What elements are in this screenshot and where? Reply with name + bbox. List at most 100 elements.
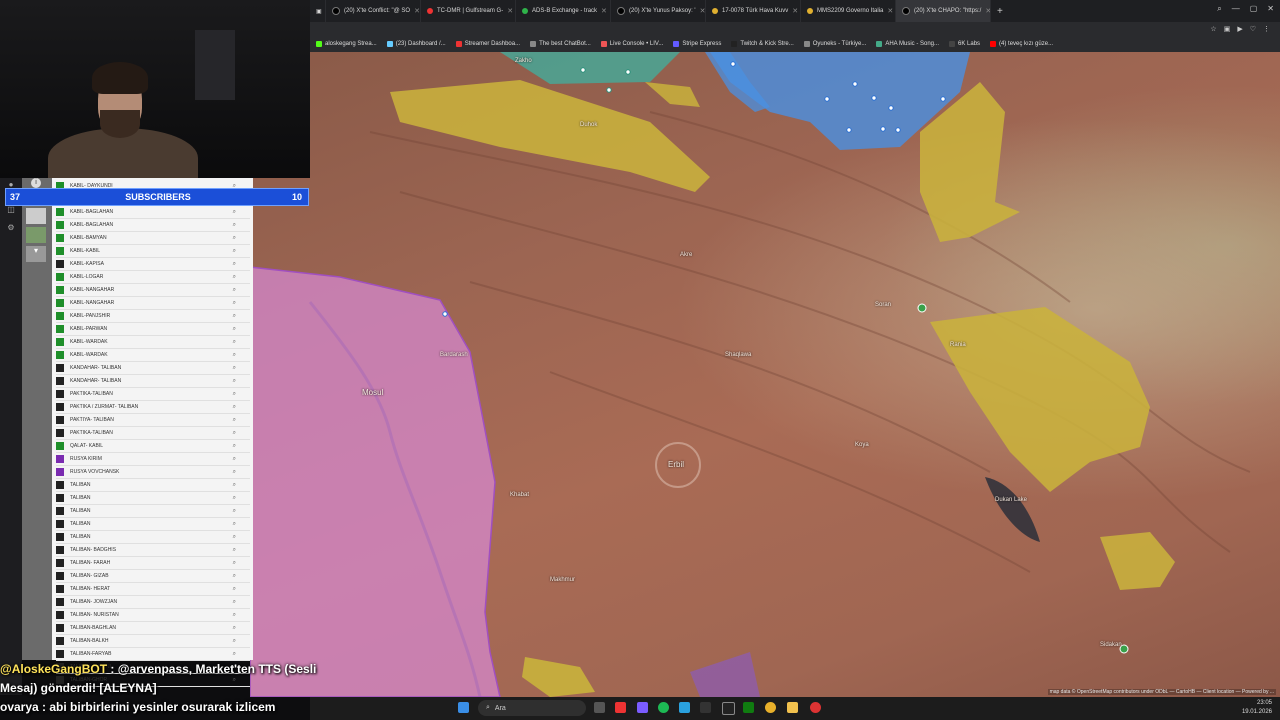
list-item[interactable]: KABIL-BAGLAHAN ⌕ [56, 219, 250, 232]
taskbar-search[interactable]: ⌕ Ara [478, 700, 586, 716]
play-icon[interactable]: ▶ [1237, 25, 1242, 33]
locate-icon[interactable]: ⌕ [233, 404, 250, 411]
address-bar[interactable] [310, 22, 1280, 36]
locate-icon[interactable]: ⌕ [233, 287, 250, 294]
list-item[interactable]: KABIL-BAMYAN ⌕ [56, 232, 250, 245]
list-item[interactable]: TALIBAN-BAGHLAN ⌕ [56, 622, 250, 635]
list-item[interactable]: RUSYA VOVCHANSK ⌕ [56, 466, 250, 479]
chrome-icon[interactable] [765, 702, 776, 713]
minimize-icon[interactable]: — [1232, 4, 1240, 14]
telegram-icon[interactable] [679, 702, 690, 713]
close-icon[interactable]: ✕ [601, 7, 607, 15]
bookmark-item[interactable]: AHA Music - Song... [876, 41, 939, 47]
locate-icon[interactable]: ⌕ [233, 339, 250, 346]
app-icon[interactable] [615, 702, 626, 713]
bookmark-item[interactable]: (23) Dashboard /... [386, 41, 446, 47]
map-thumbnail[interactable] [26, 208, 46, 224]
locate-icon[interactable]: ⌕ [233, 443, 250, 450]
app-icon[interactable] [700, 702, 711, 713]
list-item[interactable]: KABIL-KABIL ⌕ [56, 245, 250, 258]
locate-icon[interactable]: ⌕ [233, 326, 250, 333]
list-item[interactable]: TALIBAN- GIZAB ⌕ [56, 570, 250, 583]
locate-icon[interactable]: ⌕ [233, 300, 250, 307]
close-window-icon[interactable]: ✕ [1267, 4, 1274, 14]
locate-icon[interactable]: ⌕ [233, 378, 250, 385]
list-item[interactable]: KABIL-WARDAK ⌕ [56, 336, 250, 349]
list-item[interactable]: QALAT- KABIL ⌕ [56, 440, 250, 453]
locate-icon[interactable]: ⌕ [233, 274, 250, 281]
list-item[interactable]: TALIBAN- HERAT ⌕ [56, 583, 250, 596]
list-item[interactable]: TALIBAN- NURISTAN ⌕ [56, 609, 250, 622]
list-item[interactable]: KABIL-LOGAR ⌕ [56, 271, 250, 284]
satellite-thumbnail[interactable] [26, 227, 46, 243]
bookmark-item[interactable]: Twitch & Kick Stre... [731, 41, 794, 47]
bookmark-item[interactable]: Live Console • LIV... [600, 41, 663, 47]
locate-icon[interactable]: ⌕ [233, 482, 250, 489]
locate-icon[interactable]: ⌕ [233, 547, 250, 554]
locate-icon[interactable]: ⌕ [233, 521, 250, 528]
spotify-icon[interactable] [658, 702, 669, 713]
locate-icon[interactable]: ⌕ [233, 586, 250, 593]
expand-icon[interactable]: ▾ [26, 246, 46, 262]
list-item[interactable]: KABIL-BAGLAHAN ⌕ [56, 206, 250, 219]
browser-tab[interactable]: 17-0078 Türk Hava Kuvv ✕ [706, 0, 801, 22]
list-item[interactable]: PAKTIKA / ZURMAT- TALIBAN ⌕ [56, 401, 250, 414]
locate-icon[interactable]: ⌕ [233, 313, 250, 320]
bookmark-item[interactable]: Streamer Dashboa... [455, 41, 520, 47]
bookmark-item[interactable]: (4) teveç kızı güze... [990, 41, 1053, 47]
layers-icon[interactable]: ◫ [6, 205, 16, 215]
locate-icon[interactable]: ⌕ [233, 235, 250, 242]
list-item[interactable]: KANDAHAR- TALIBAN ⌕ [56, 362, 250, 375]
list-item[interactable]: TALIBAN ⌕ [56, 518, 250, 531]
list-item[interactable]: TALIBAN- JOWZJAN ⌕ [56, 596, 250, 609]
list-item[interactable]: KANDAHAR- TALIBAN ⌕ [56, 375, 250, 388]
list-item[interactable]: PAKTIKA-TALIBAN ⌕ [56, 388, 250, 401]
list-item[interactable]: KABIL-WARDAK ⌕ [56, 349, 250, 362]
settings-icon[interactable]: ⚙ [6, 223, 16, 233]
browser-tab[interactable]: (20) X'te CHAPO: "https:/✕ [896, 0, 991, 22]
locate-icon[interactable]: ⌕ [233, 612, 250, 619]
locate-icon[interactable]: ⌕ [233, 508, 250, 515]
menu-icon[interactable]: ⋮ [1263, 25, 1270, 33]
locate-icon[interactable]: ⌕ [233, 209, 250, 216]
locate-icon[interactable]: ⌕ [233, 261, 250, 268]
list-item[interactable]: KABIL-PARWAN ⌕ [56, 323, 250, 336]
locate-icon[interactable]: ⌕ [233, 456, 250, 463]
discord-icon[interactable] [637, 702, 648, 713]
locate-icon[interactable]: ⌕ [233, 573, 250, 580]
bookmark-item[interactable]: Oyuneks - Türkiye... [803, 41, 866, 47]
list-item[interactable]: TALIBAN-BALKH ⌕ [56, 635, 250, 648]
bookmark-item[interactable]: 6K Labs [949, 41, 980, 47]
close-icon[interactable]: ✕ [414, 7, 420, 15]
list-item[interactable]: KABIL-NANGAHAR ⌕ [56, 284, 250, 297]
locate-icon[interactable]: ⌕ [233, 534, 250, 541]
locate-icon[interactable]: ⌕ [233, 495, 250, 502]
xbox-icon[interactable] [743, 702, 754, 713]
locate-icon[interactable]: ⌕ [233, 560, 250, 567]
tab-menu-icon[interactable]: ▣ [310, 0, 326, 22]
browser-tab[interactable]: ADS-B Exchange - track ✕ [516, 0, 611, 22]
locate-icon[interactable]: ⌕ [233, 248, 250, 255]
extension-icon[interactable]: ▣ [1224, 25, 1231, 33]
map-attribution[interactable]: map data © OpenStreetMap contributors un… [1047, 689, 1276, 695]
list-item[interactable]: TALIBAN ⌕ [56, 505, 250, 518]
locate-icon[interactable]: ⌕ [233, 599, 250, 606]
browser-tab[interactable]: TC-DMR | Gulfstream G- ✕ [421, 0, 516, 22]
list-item[interactable]: TALIBAN- FARAH ⌕ [56, 557, 250, 570]
new-tab-button[interactable]: + [991, 6, 1009, 17]
heart-icon[interactable]: ♡ [1250, 25, 1256, 33]
list-item[interactable]: PAKTIYA- TALIBAN ⌕ [56, 414, 250, 427]
info-icon[interactable]: i [31, 178, 41, 188]
locate-icon[interactable]: ⌕ [233, 352, 250, 359]
close-icon[interactable]: ✕ [700, 7, 705, 15]
locate-icon[interactable]: ⌕ [233, 469, 250, 476]
locate-icon[interactable]: ⌕ [233, 625, 250, 632]
list-item[interactable]: TALIBAN ⌕ [56, 531, 250, 544]
list-item[interactable]: KABIL-KAPISA ⌕ [56, 258, 250, 271]
locate-icon[interactable]: ⌕ [233, 638, 250, 645]
locate-icon[interactable]: ⌕ [233, 430, 250, 437]
close-icon[interactable]: ✕ [792, 7, 798, 15]
bookmark-item[interactable]: The best ChatBot... [530, 41, 591, 47]
bookmark-item[interactable]: aloskegang Strea... [316, 41, 377, 47]
search-tabs-icon[interactable]: ⌕ [1217, 4, 1221, 14]
